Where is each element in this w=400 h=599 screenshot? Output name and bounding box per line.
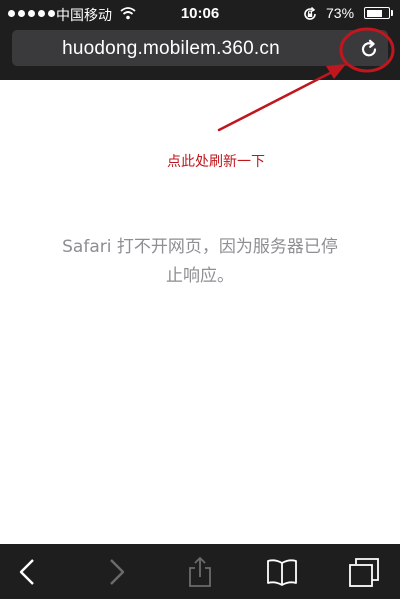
back-icon xyxy=(19,559,34,585)
forward-icon xyxy=(110,559,125,585)
share-button[interactable] xyxy=(183,556,217,588)
bookmarks-icon xyxy=(267,559,297,586)
share-icon xyxy=(189,556,211,587)
reload-icon xyxy=(361,39,377,57)
battery-percentage: 73% xyxy=(326,5,355,21)
address-bar: huodong.mobilem.360.cn xyxy=(0,28,400,80)
error-message: Safari 打不开网页，因为服务器已停止响应。 xyxy=(62,237,338,286)
tabs-button[interactable] xyxy=(347,556,381,588)
back-button[interactable] xyxy=(11,556,45,588)
battery-icon xyxy=(364,7,390,19)
annotation-overlay xyxy=(217,27,395,132)
url-text[interactable]: huodong.mobilem.360.cn xyxy=(12,38,330,60)
address-field[interactable]: huodong.mobilem.360.cn xyxy=(12,30,388,66)
bottom-toolbar xyxy=(0,544,400,599)
bookmarks-button[interactable] xyxy=(265,556,299,588)
reload-button[interactable] xyxy=(358,38,380,60)
battery-tip xyxy=(391,10,393,16)
forward-button[interactable] xyxy=(99,556,133,588)
rotation-lock-icon xyxy=(302,6,318,27)
tabs-icon xyxy=(349,558,379,587)
status-bar: 中国移动 10:06 73% xyxy=(0,0,400,28)
annotation-label: 点此处刷新一下 xyxy=(167,154,265,170)
